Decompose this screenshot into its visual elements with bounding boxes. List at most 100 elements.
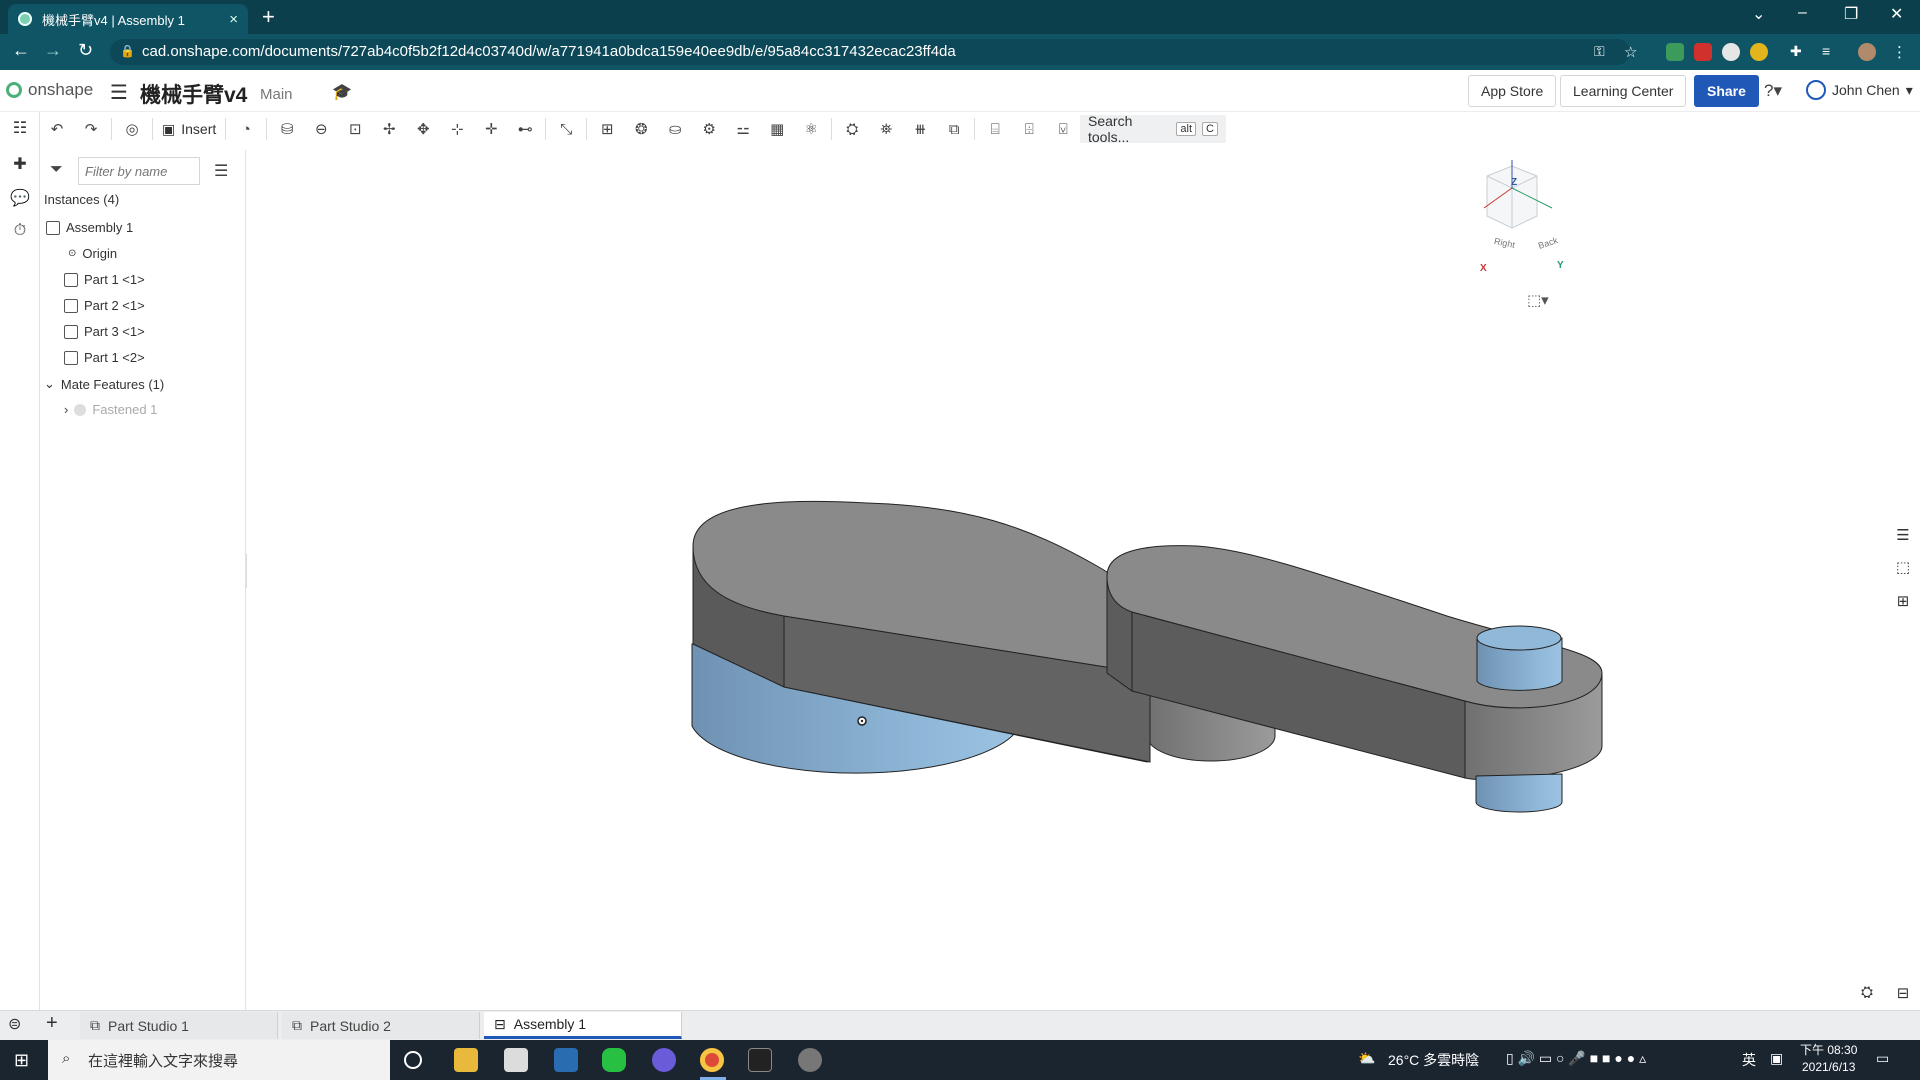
parallel-mate-icon[interactable]: ⊷ xyxy=(513,117,537,141)
insert-button[interactable]: ▣ Insert xyxy=(156,121,222,138)
forward-icon[interactable]: → xyxy=(44,40,62,61)
properties-icon[interactable]: ☰ xyxy=(1892,526,1914,548)
mate-connector-icon[interactable]: ⛀ xyxy=(663,117,687,141)
circular-pattern-icon[interactable]: ⛯ xyxy=(874,117,898,141)
screw-relation-icon[interactable]: ▦ xyxy=(765,117,789,141)
extension-mask-icon[interactable] xyxy=(1722,43,1740,61)
replicate-icon[interactable]: ❂ xyxy=(629,117,653,141)
tree-item-assembly[interactable]: Assembly 1 xyxy=(46,220,133,235)
new-tab-button[interactable]: + xyxy=(262,6,275,28)
graphics-viewport[interactable]: Z X Y Right Back ⬚▾ xyxy=(247,146,1920,1010)
render-icon[interactable]: ⛭ xyxy=(1856,984,1878,1006)
graduation-cap-icon[interactable]: 🎓 xyxy=(332,82,352,102)
weather-text[interactable]: 26°C 多雲時陰 xyxy=(1388,1050,1479,1070)
back-icon[interactable]: ← xyxy=(12,40,30,61)
weather-icon[interactable]: ⛅ xyxy=(1358,1050,1375,1067)
line-app-icon[interactable] xyxy=(602,1048,626,1072)
filter-icon[interactable]: ⏷ xyxy=(50,161,63,179)
feature-list-icon[interactable]: ☷ xyxy=(10,118,30,138)
rack-pinion-icon[interactable]: ⚍ xyxy=(731,117,755,141)
learning-center-button[interactable]: Learning Center xyxy=(1560,75,1687,107)
extension-shield-icon[interactable] xyxy=(1666,43,1684,61)
ime-mode-icon[interactable]: ▣ xyxy=(1770,1050,1783,1067)
appearance-icon[interactable]: ⬚ xyxy=(1892,558,1914,580)
assembly-model[interactable] xyxy=(247,146,1920,1010)
tree-item-part[interactable]: Part 1 <1> xyxy=(64,272,145,287)
pin-slot-mate-icon[interactable]: ⊹ xyxy=(445,117,469,141)
help-icon[interactable]: ?▾ xyxy=(1764,81,1782,101)
app-icon[interactable] xyxy=(504,1048,528,1072)
view-options-icon[interactable]: ⬚▾ xyxy=(1527,291,1549,309)
explode-view-icon[interactable]: ⧻ xyxy=(908,117,932,141)
measure-icon[interactable]: ⍌ xyxy=(1051,117,1075,141)
group-icon[interactable]: ⊞ xyxy=(595,117,619,141)
add-part-icon[interactable]: ✚ xyxy=(10,154,30,174)
document-title[interactable]: 機械手臂v4 xyxy=(140,79,247,109)
browser-tab[interactable]: 機械手臂v4 | Assembly 1 × xyxy=(8,4,248,34)
tab-assembly-1[interactable]: ⊟ Assembly 1 xyxy=(484,1012,682,1039)
key-icon[interactable]: ⚿ xyxy=(1594,43,1612,61)
restore-icon[interactable]: ❐ xyxy=(1844,4,1858,24)
bookmark-star-icon[interactable]: ☆ xyxy=(1624,43,1642,61)
ime-indicator[interactable]: 英 xyxy=(1742,1050,1756,1070)
tree-item-part[interactable]: Part 3 <1> xyxy=(64,324,145,339)
profile-avatar-icon[interactable] xyxy=(1858,43,1876,61)
tab-manager-icon[interactable]: ⊜ xyxy=(8,1014,21,1034)
tab-search-icon[interactable]: ⌄ xyxy=(1752,4,1765,24)
chrome-menu-icon[interactable]: ⋮ xyxy=(1892,43,1910,61)
section-view-icon[interactable]: ⌹ xyxy=(1017,117,1041,141)
undo-icon[interactable]: ↶ xyxy=(45,117,69,141)
gear-relation-icon[interactable]: ⚙ xyxy=(697,117,721,141)
taskbar-search[interactable]: ⌕ 在這裡輸入文字來搜尋 xyxy=(48,1040,390,1080)
bom-icon[interactable]: ⊞ xyxy=(1892,592,1914,614)
version-history-icon[interactable]: ⏱ xyxy=(10,222,30,242)
display-states-icon[interactable]: ⊟ xyxy=(1892,984,1914,1006)
discord-icon[interactable] xyxy=(652,1048,676,1072)
workspace-branch[interactable]: Main xyxy=(260,86,293,103)
extension-pdf-icon[interactable] xyxy=(1694,43,1712,61)
cylindrical-mate-icon[interactable]: ✥ xyxy=(411,117,435,141)
tree-item-origin[interactable]: ⊙ Origin xyxy=(68,246,117,261)
regenerate-icon[interactable]: ◎ xyxy=(120,117,144,141)
terminal-icon[interactable] xyxy=(748,1048,772,1072)
named-positions-icon[interactable]: ⌸ xyxy=(983,117,1007,141)
cortana-icon[interactable] xyxy=(404,1051,422,1069)
view-cube[interactable] xyxy=(1427,156,1577,276)
redo-icon[interactable]: ↷ xyxy=(79,117,103,141)
tab-part-studio-2[interactable]: ⧉ Part Studio 2 xyxy=(282,1012,480,1039)
minimize-icon[interactable]: – xyxy=(1798,4,1807,22)
reload-icon[interactable]: ↻ xyxy=(78,40,93,61)
notification-icon[interactable]: ▭ xyxy=(1876,1050,1889,1067)
linear-pattern-icon[interactable]: ⛭ xyxy=(840,117,864,141)
filter-input[interactable] xyxy=(78,157,200,185)
tray-icons[interactable]: ▯ 🔊 ▭ ○ 🎤 ■ ■ ● ● ▵ xyxy=(1506,1050,1646,1067)
windows-start-icon[interactable]: ⊞ xyxy=(14,1050,29,1071)
standard-content-icon[interactable]: ◔ xyxy=(234,117,258,141)
xq-app-icon[interactable] xyxy=(554,1048,578,1072)
tab-part-studio-1[interactable]: ⧉ Part Studio 1 xyxy=(80,1012,278,1039)
chrome-icon[interactable] xyxy=(700,1048,724,1072)
user-menu[interactable]: John Chen ▾ xyxy=(1806,80,1913,100)
taskbar-clock[interactable]: 下午 08:30 2021/6/13 xyxy=(1800,1042,1857,1076)
interference-icon[interactable]: ⧉ xyxy=(942,117,966,141)
app-store-button[interactable]: App Store xyxy=(1468,75,1557,107)
tree-item-part[interactable]: Part 2 <1> xyxy=(64,298,145,313)
extensions-puzzle-icon[interactable]: ✚ xyxy=(1790,43,1808,61)
tree-item-mate[interactable]: › Fastened 1 xyxy=(64,402,157,417)
revolute-mate-icon[interactable]: ⊖ xyxy=(309,117,333,141)
list-view-icon[interactable]: ☰ xyxy=(214,161,228,181)
comments-icon[interactable]: 💬 xyxy=(10,188,30,208)
close-window-icon[interactable]: ✕ xyxy=(1890,4,1903,24)
add-tab-icon[interactable]: + xyxy=(46,1012,58,1035)
tab-close-icon[interactable]: × xyxy=(229,11,238,28)
tangent-mate-icon[interactable]: ⤡ xyxy=(554,117,578,141)
reading-list-icon[interactable]: ≡ xyxy=(1822,43,1840,61)
tree-item-part[interactable]: Part 1 <2> xyxy=(64,350,145,365)
file-explorer-icon[interactable] xyxy=(454,1048,478,1072)
hamburger-menu-icon[interactable]: ☰ xyxy=(110,80,128,105)
address-bar[interactable]: 🔒 cad.onshape.com/documents/727ab4c0f5b2… xyxy=(110,39,1630,65)
mate-features-heading[interactable]: ⌄ Mate Features (1) xyxy=(44,376,164,392)
slider-mate-icon[interactable]: ⊡ xyxy=(343,117,367,141)
app-sphere-icon[interactable] xyxy=(798,1048,822,1072)
linear-relation-icon[interactable]: ⚛ xyxy=(799,117,823,141)
